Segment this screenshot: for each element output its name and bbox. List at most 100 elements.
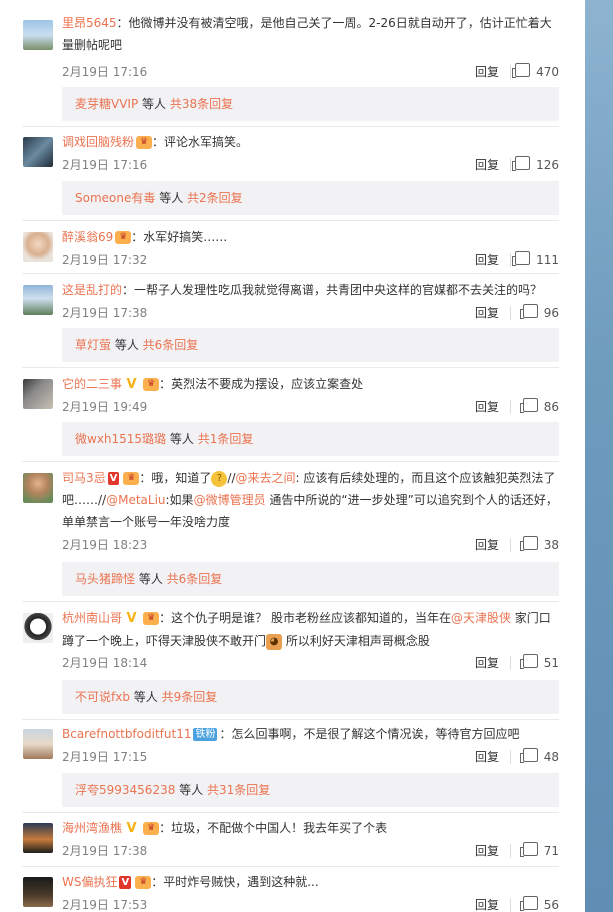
sub-reply-summary[interactable]: 麦芽糖VVIP 等人 共38条回复 xyxy=(62,87,559,121)
comment-username[interactable]: 杭州南山哥 xyxy=(62,611,122,625)
user-avatar[interactable] xyxy=(23,823,53,853)
sub-reply-summary[interactable]: Someone有毒 等人 共2条回复 xyxy=(62,181,559,215)
sub-reply-user[interactable]: Someone有毒 xyxy=(75,191,155,205)
reply-button[interactable]: 回复 xyxy=(475,251,499,268)
user-avatar[interactable] xyxy=(23,285,53,315)
verified-v-icon: V xyxy=(122,611,142,626)
comment-text: 它的二三事 V ♛ ：英烈法不要成为摆设，应该立案查处 xyxy=(62,373,559,396)
sub-reply-mid: 等人 xyxy=(166,432,198,446)
like-count: 126 xyxy=(536,158,559,172)
fan-badge: 铁粉 xyxy=(193,728,218,741)
like-button[interactable]: 38 xyxy=(519,536,559,552)
reply-button[interactable]: 回复 xyxy=(475,304,499,321)
verified-v-icon: V xyxy=(122,377,142,392)
sub-reply-summary[interactable]: 浮夸5993456238 等人 共31条回复 xyxy=(62,773,559,807)
user-avatar[interactable] xyxy=(23,20,53,50)
member-crown-icon: ♛ xyxy=(115,231,132,244)
comment-username[interactable]: 醉溪翁69 xyxy=(62,230,113,244)
comment-text: 这是乱打的：一帮子人发理性吃瓜我就觉得离谱，共青团中央这样的官媒都不去关注的吗？ xyxy=(62,279,559,301)
like-button[interactable]: 51 xyxy=(519,654,559,670)
comment-text: 海州湾渔樵 V ♛ ：垃圾，不配做个中国人！我去年买了个表 xyxy=(62,817,559,840)
comment-divider xyxy=(22,273,559,274)
comment-divider xyxy=(22,220,559,221)
reply-button[interactable]: 回复 xyxy=(475,748,499,765)
sub-reply-summary[interactable]: 马头猪蹄怪 等人 共6条回复 xyxy=(62,562,559,596)
comment-text: 调戏回脑残粉 ♛ ：评论水军搞笑。 xyxy=(62,131,559,153)
thumbs-up-icon xyxy=(519,304,538,319)
reply-button[interactable]: 回复 xyxy=(475,156,499,173)
like-count: 71 xyxy=(543,844,559,858)
user-avatar[interactable] xyxy=(23,232,53,262)
comment-body: ：怎么回事啊，不是很了解这个情况诶，等待官方回应吧 xyxy=(219,727,520,741)
comment-body: ：哦，知道了 xyxy=(139,471,212,485)
comment-divider xyxy=(22,866,559,867)
member-crown-icon: ♛ xyxy=(123,472,140,485)
comment-text: Bcarefnottbfoditfut11 铁粉 ：怎么回事啊，不是很了解这个情况诶… xyxy=(62,723,559,745)
comment-username[interactable]: 司马3忌 xyxy=(62,471,106,485)
like-button[interactable]: 470 xyxy=(512,63,559,79)
sub-reply-count[interactable]: 共38条回复 xyxy=(170,97,233,111)
comment-body: ：水军好搞笑…… xyxy=(131,230,228,244)
sub-reply-summary[interactable]: 微wxh1515璐璐 等人 共1条回复 xyxy=(62,422,559,456)
like-button[interactable]: 71 xyxy=(519,842,559,858)
comment-meta: 2月19日 17:32 回复 111 xyxy=(62,251,559,271)
like-button[interactable]: 56 xyxy=(519,896,559,912)
like-button[interactable]: 111 xyxy=(512,251,559,267)
sub-reply-user[interactable]: 微wxh1515璐璐 xyxy=(75,432,166,446)
mention-link[interactable]: @天津股侠 xyxy=(451,611,511,625)
user-avatar[interactable] xyxy=(23,613,53,643)
sub-reply-mid: 等人 xyxy=(111,338,143,352)
sub-reply-count[interactable]: 共1条回复 xyxy=(198,432,254,446)
sub-reply-user[interactable]: 马头猪蹄怪 xyxy=(75,572,135,586)
reply-button[interactable]: 回复 xyxy=(475,536,499,553)
sub-reply-count[interactable]: 共2条回复 xyxy=(187,191,243,205)
user-avatar[interactable] xyxy=(23,729,53,759)
like-button[interactable]: 86 xyxy=(519,398,559,414)
verified-v-icon: V xyxy=(122,821,142,836)
doge-emoji-icon: ◕ xyxy=(266,633,283,650)
comment-divider xyxy=(22,461,559,462)
comment-username[interactable]: 它的二三事 xyxy=(62,377,122,391)
user-avatar[interactable] xyxy=(23,137,53,167)
verified-v-badge-icon: V xyxy=(107,472,120,485)
sub-reply-user[interactable]: 麦芽糖VVIP xyxy=(75,97,138,111)
sub-reply-count[interactable]: 共31条回复 xyxy=(207,783,270,797)
like-count: 56 xyxy=(543,898,559,912)
comment-body: ：一帮子人发理性吃瓜我就觉得离谱，共青团中央这样的官媒都不去关注的吗？ xyxy=(122,283,543,297)
comment-username[interactable]: 这是乱打的 xyxy=(62,283,122,297)
sub-reply-user[interactable]: 不可说fxb xyxy=(75,690,130,704)
like-button[interactable]: 96 xyxy=(519,304,559,320)
reply-button[interactable]: 回复 xyxy=(475,398,499,415)
mention-link[interactable]: @来去之间 xyxy=(236,471,296,485)
meta-divider xyxy=(510,538,511,552)
like-button[interactable]: 48 xyxy=(519,748,559,764)
sub-reply-user[interactable]: 草灯萤 xyxy=(75,338,111,352)
reply-button[interactable]: 回复 xyxy=(475,63,499,80)
user-avatar[interactable] xyxy=(23,379,53,409)
mention-link[interactable]: @MetaLiu xyxy=(106,493,165,507)
user-avatar[interactable] xyxy=(23,877,53,907)
sub-reply-summary[interactable]: 草灯萤 等人 共6条回复 xyxy=(62,328,559,362)
comment-body: ：他微博并没有被清空哦，是他自己关了一周。2-26日就自动开了，估计正忙着大量删… xyxy=(62,16,552,52)
comment-username[interactable]: 调戏回脑残粉 xyxy=(62,135,134,149)
like-button[interactable]: 126 xyxy=(512,156,559,172)
reply-button[interactable]: 回复 xyxy=(475,842,499,859)
meta-divider xyxy=(510,158,511,172)
meta-divider xyxy=(510,306,511,320)
user-avatar[interactable] xyxy=(23,473,53,503)
comment-username[interactable]: Bcarefnottbfoditfut11 xyxy=(62,727,191,741)
mention-link[interactable]: @微博管理员 xyxy=(194,493,266,507)
comment-username[interactable]: WS偏执狂 xyxy=(62,875,117,889)
sub-reply-count[interactable]: 共9条回复 xyxy=(162,690,218,704)
comment-username[interactable]: 海州湾渔樵 xyxy=(62,821,122,835)
sub-reply-summary[interactable]: 不可说fxb 等人 共9条回复 xyxy=(62,680,559,714)
sub-reply-count[interactable]: 共6条回复 xyxy=(143,338,199,352)
sub-reply-user[interactable]: 浮夸5993456238 xyxy=(75,783,175,797)
comment-username[interactable]: 里昂5645 xyxy=(62,16,117,30)
comment-date: 2月19日 17:38 xyxy=(62,844,148,858)
sub-reply-count[interactable]: 共6条回复 xyxy=(167,572,223,586)
reply-button[interactable]: 回复 xyxy=(475,896,499,912)
like-count: 38 xyxy=(543,538,559,552)
thumbs-up-icon xyxy=(519,654,538,669)
reply-button[interactable]: 回复 xyxy=(475,654,499,671)
